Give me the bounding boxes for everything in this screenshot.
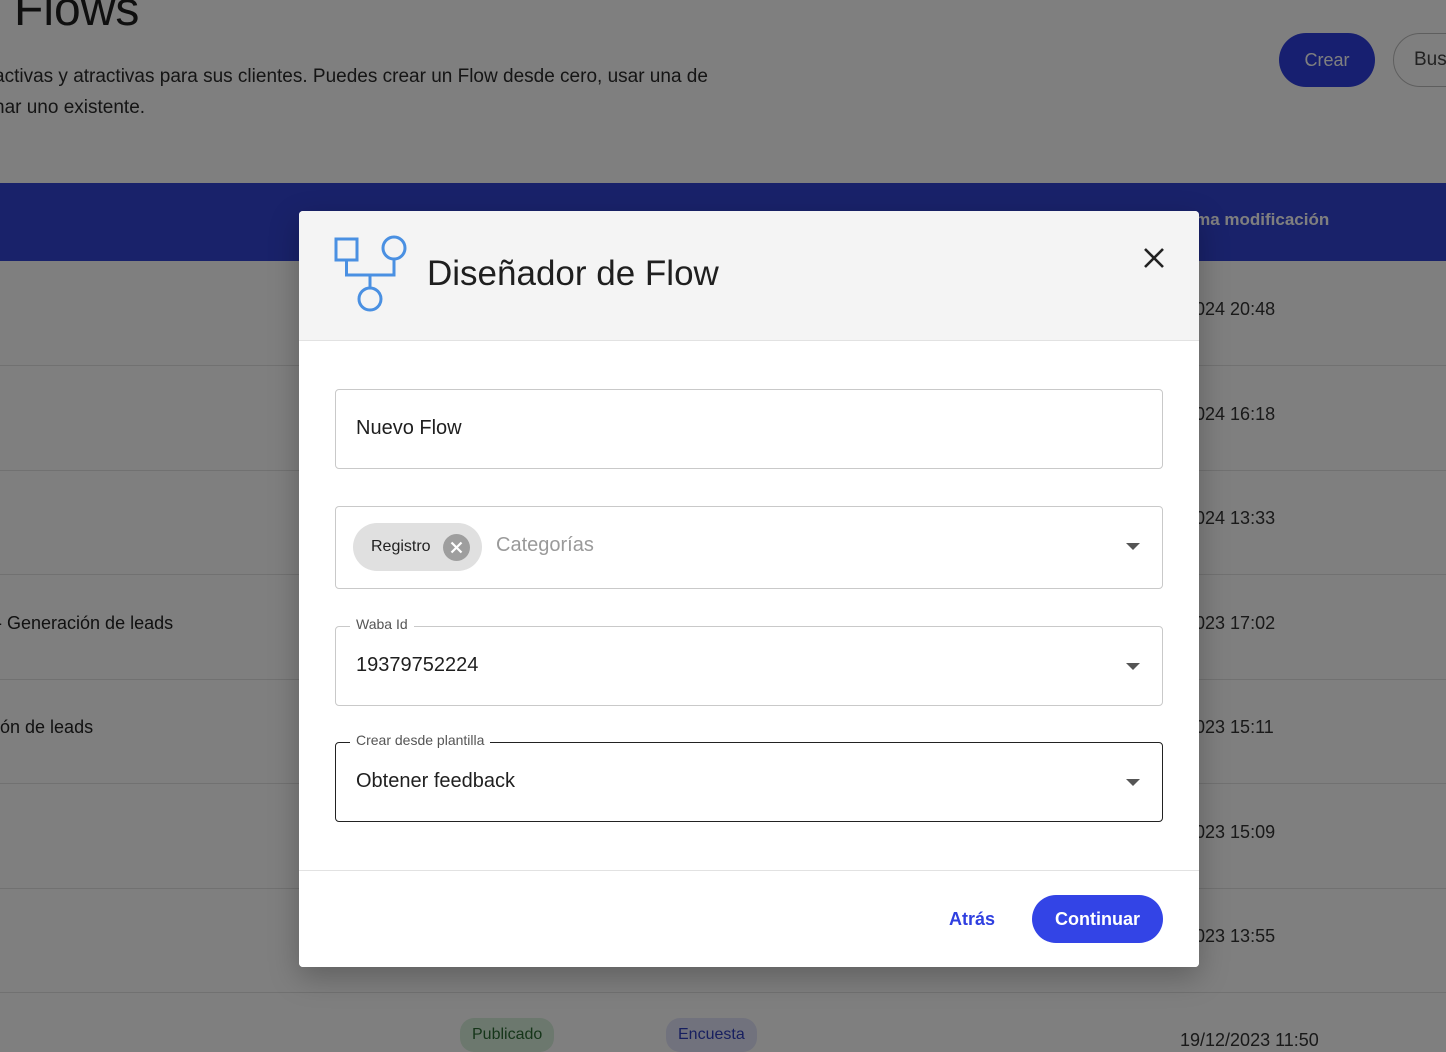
categories-placeholder: Categorías: [496, 534, 594, 556]
waba-id-value: 19379752224: [356, 654, 479, 676]
flow-designer-dialog: Diseñador de Flow Nuevo Flow Registro Ca…: [299, 211, 1199, 967]
remove-chip-icon[interactable]: [442, 533, 470, 561]
close-icon[interactable]: [1137, 241, 1171, 275]
flow-diagram-icon: [333, 234, 409, 314]
flow-name-value: Nuevo Flow: [356, 417, 462, 439]
template-value: Obtener feedback: [356, 770, 515, 792]
waba-id-label: Waba Id: [350, 616, 414, 632]
chevron-down-icon[interactable]: [1126, 663, 1140, 670]
chevron-down-icon[interactable]: [1126, 779, 1140, 786]
category-chip-registro: Registro: [353, 523, 482, 571]
template-label: Crear desde plantilla: [350, 732, 491, 748]
flow-name-input[interactable]: Nuevo Flow: [335, 389, 1163, 469]
waba-id-select[interactable]: Waba Id 19379752224: [335, 616, 1163, 706]
dialog-footer: Atrás Continuar: [299, 870, 1199, 967]
continue-button[interactable]: Continuar: [1032, 895, 1163, 943]
back-button[interactable]: Atrás: [933, 895, 1011, 943]
dialog-header: Diseñador de Flow: [299, 211, 1199, 341]
category-chip-label: Registro: [371, 538, 431, 555]
template-select[interactable]: Crear desde plantilla Obtener feedback: [335, 732, 1163, 822]
categories-select[interactable]: Registro Categorías: [335, 506, 1163, 589]
chevron-down-icon[interactable]: [1126, 543, 1140, 550]
dialog-title: Diseñador de Flow: [427, 254, 719, 293]
